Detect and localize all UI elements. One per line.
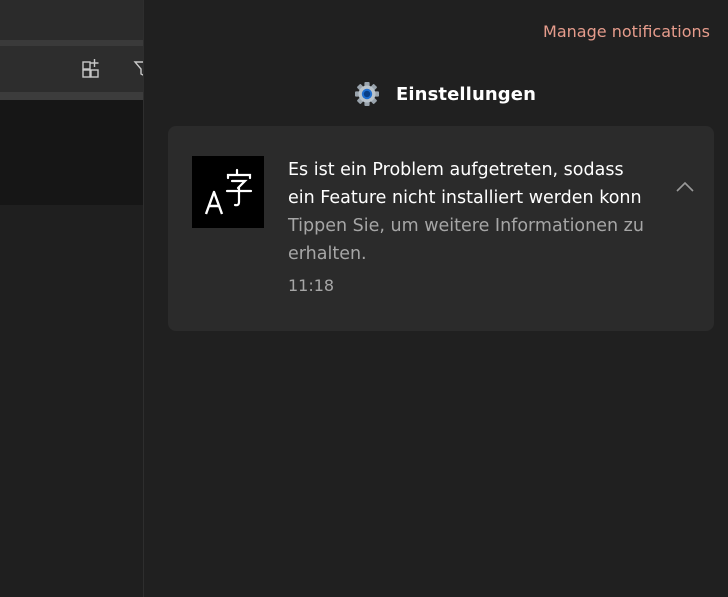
background-app-divider bbox=[0, 92, 143, 100]
background-app-toolbar bbox=[0, 46, 143, 92]
notification-group-title: Einstellungen bbox=[396, 83, 536, 105]
chevron-up-icon[interactable] bbox=[674, 176, 696, 198]
notification-card[interactable]: Es ist ein Problem aufgetreten, sodass e… bbox=[168, 126, 714, 331]
notification-center: Manage notifications Einstellungen Es is… bbox=[143, 0, 728, 597]
background-app-titlebar bbox=[0, 0, 143, 40]
notification-content: Es ist ein Problem aufgetreten, sodass e… bbox=[288, 156, 658, 295]
gear-icon bbox=[355, 82, 379, 106]
add-widget-icon[interactable] bbox=[81, 56, 105, 80]
notification-title-line-1: Es ist ein Problem aufgetreten, sodass bbox=[288, 160, 624, 180]
notification-group-header: Einstellungen bbox=[354, 80, 536, 108]
screen: Manage notifications Einstellungen Es is… bbox=[0, 0, 728, 597]
notification-time: 11:18 bbox=[288, 276, 335, 295]
background-app-content bbox=[0, 100, 143, 205]
notification-title-line-2: ein Feature nicht installiert werden kon… bbox=[288, 188, 642, 208]
manage-notifications-link[interactable]: Manage notifications bbox=[543, 22, 710, 41]
background-app-window bbox=[0, 0, 153, 597]
language-icon bbox=[192, 156, 264, 228]
notification-body: Tippen Sie, um weitere Informationen zu … bbox=[288, 216, 644, 264]
